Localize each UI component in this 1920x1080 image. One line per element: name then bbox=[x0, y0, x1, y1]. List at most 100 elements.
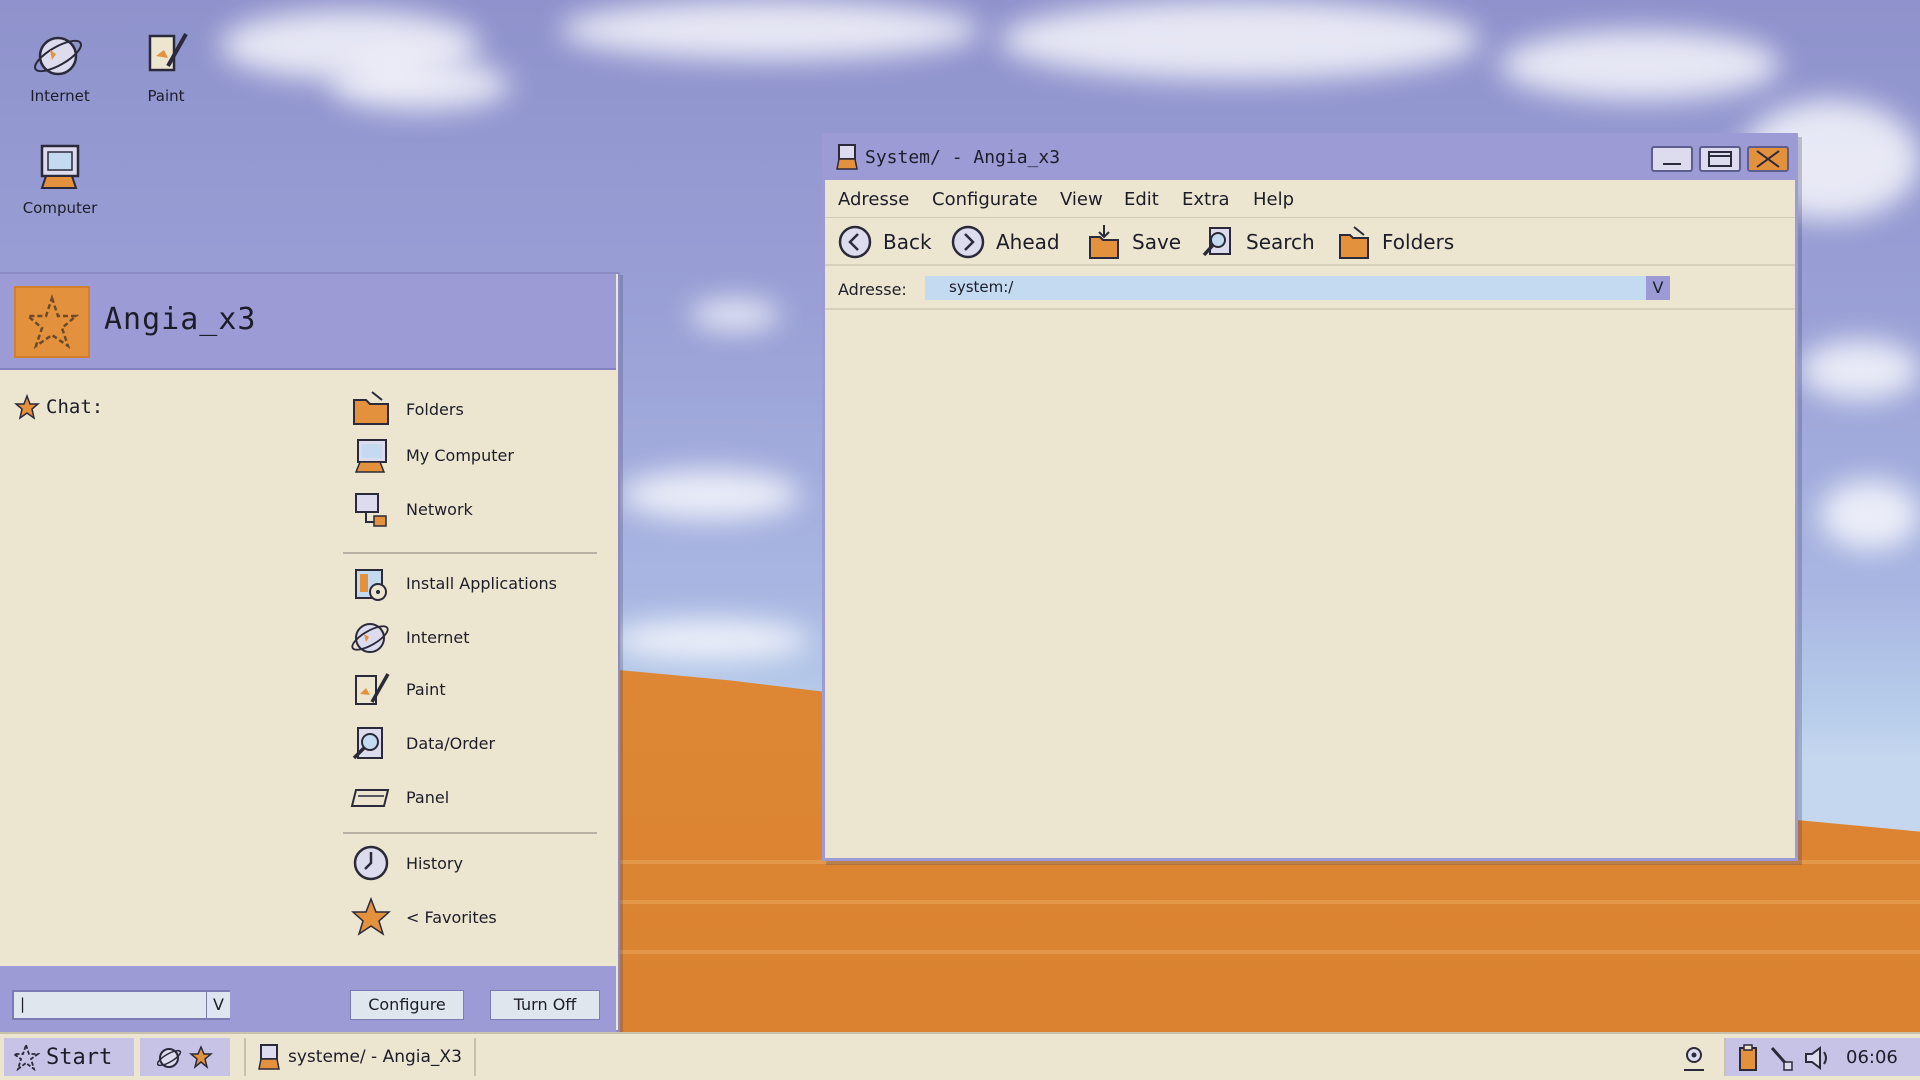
start-item-history[interactable]: History bbox=[350, 840, 463, 886]
start-item-label: Data/Order bbox=[406, 733, 496, 753]
desktop-icon-label: Paint bbox=[147, 87, 185, 105]
desktop-icon-internet[interactable]: Internet bbox=[10, 26, 110, 105]
run-input[interactable]: | bbox=[12, 990, 230, 1020]
back-button[interactable]: Back bbox=[837, 222, 932, 262]
clock-icon bbox=[353, 845, 389, 881]
start-item-internet[interactable]: Internet bbox=[350, 614, 470, 660]
network-cable-icon[interactable] bbox=[1768, 1044, 1794, 1072]
network-icon bbox=[355, 493, 387, 527]
star-icon[interactable] bbox=[189, 1045, 213, 1069]
globe-icon[interactable] bbox=[157, 1044, 183, 1070]
start-item-network[interactable]: Network bbox=[350, 486, 473, 532]
start-item-favorites[interactable]: < Favorites bbox=[350, 894, 497, 940]
desktop-icon-paint[interactable]: Paint bbox=[116, 26, 216, 105]
folders-label: Folders bbox=[1382, 230, 1455, 254]
close-button[interactable] bbox=[1747, 146, 1789, 172]
start-item-my-computer[interactable]: My Computer bbox=[350, 432, 514, 478]
title-bar[interactable]: System/ - Angia_x3 bbox=[825, 136, 1795, 180]
start-menu-divider bbox=[343, 832, 597, 834]
start-label: Start bbox=[46, 1044, 113, 1070]
start-item-panel[interactable]: Panel bbox=[350, 774, 449, 820]
folder-icon bbox=[1339, 226, 1369, 259]
volume-icon[interactable] bbox=[1802, 1044, 1832, 1072]
configure-button[interactable]: Configure bbox=[350, 990, 464, 1020]
star-icon bbox=[351, 896, 391, 936]
address-bar: Adresse: system:/ V bbox=[825, 266, 1795, 310]
search-button[interactable]: Search bbox=[1200, 222, 1315, 262]
chat-section[interactable]: Chat: bbox=[14, 394, 103, 420]
menu-edit[interactable]: Edit bbox=[1124, 189, 1159, 210]
start-item-install-applications[interactable]: Install Applications bbox=[350, 560, 557, 606]
taskbar-item-explorer[interactable]: systeme/ - Angia_X3 bbox=[244, 1038, 476, 1076]
start-item-label: Internet bbox=[406, 627, 470, 647]
install-icon bbox=[355, 569, 387, 601]
back-arrow-icon bbox=[838, 225, 872, 259]
back-label: Back bbox=[883, 230, 932, 254]
folder-content-area[interactable] bbox=[825, 310, 1795, 858]
cloud bbox=[620, 470, 800, 520]
avatar[interactable] bbox=[14, 286, 90, 358]
globe-icon bbox=[351, 623, 389, 653]
start-menu-footer: | V Configure Turn Off bbox=[0, 966, 616, 1032]
start-item-label: Install Applications bbox=[406, 573, 557, 593]
desktop-icon-computer[interactable]: Computer bbox=[10, 138, 110, 217]
maximize-icon bbox=[1708, 151, 1732, 167]
search-label: Search bbox=[1246, 230, 1315, 254]
start-item-folders[interactable]: Folders bbox=[350, 386, 464, 432]
close-icon bbox=[1756, 150, 1780, 168]
address-dropdown-arrow[interactable]: V bbox=[1646, 276, 1670, 300]
cloud bbox=[1800, 340, 1920, 400]
start-button[interactable]: Start bbox=[4, 1038, 134, 1076]
start-item-label: Network bbox=[406, 499, 473, 519]
menu-help[interactable]: Help bbox=[1253, 189, 1294, 210]
cloud bbox=[1820, 480, 1920, 550]
panel-icon bbox=[350, 789, 390, 807]
folders-button[interactable]: Folders bbox=[1336, 222, 1454, 262]
computer-icon bbox=[258, 1044, 280, 1070]
start-menu-divider bbox=[343, 552, 597, 554]
paint-icon bbox=[148, 33, 188, 72]
menu-adresse[interactable]: Adresse bbox=[838, 189, 909, 210]
username: Angia_x3 bbox=[104, 302, 257, 337]
chat-label: Chat: bbox=[46, 396, 104, 418]
desktop-icon-label: Computer bbox=[22, 199, 98, 217]
address-input[interactable]: system:/ bbox=[925, 276, 1670, 300]
minimize-icon bbox=[1663, 163, 1681, 165]
taskbar-item-label: systeme/ - Angia_X3 bbox=[288, 1047, 462, 1067]
quick-launch bbox=[140, 1038, 230, 1076]
user-status-icon[interactable] bbox=[1680, 1044, 1708, 1072]
clock: 06:06 bbox=[1846, 1047, 1898, 1068]
run-dropdown-arrow[interactable]: V bbox=[206, 992, 230, 1018]
start-item-data-order[interactable]: Data/Order bbox=[350, 720, 495, 766]
clipboard-icon[interactable] bbox=[1736, 1044, 1760, 1072]
menu-view[interactable]: View bbox=[1060, 189, 1103, 210]
start-item-paint[interactable]: Paint bbox=[350, 666, 446, 712]
start-item-label: Paint bbox=[406, 679, 446, 699]
cloud bbox=[1500, 30, 1780, 100]
ahead-button[interactable]: Ahead bbox=[950, 222, 1060, 262]
star-avatar-icon bbox=[24, 294, 80, 350]
cloud bbox=[1000, 0, 1480, 80]
explorer-window: System/ - Angia_x3 Adresse Configurate V… bbox=[822, 133, 1798, 861]
search-file-icon bbox=[352, 727, 383, 760]
start-item-label: My Computer bbox=[406, 445, 514, 465]
cloud bbox=[610, 620, 810, 660]
start-item-label: History bbox=[406, 853, 463, 873]
save-button[interactable]: Save bbox=[1086, 222, 1181, 262]
minimize-button[interactable] bbox=[1651, 146, 1693, 172]
globe-icon bbox=[34, 36, 82, 76]
start-item-label: < Favorites bbox=[406, 907, 497, 927]
start-item-label: Panel bbox=[406, 787, 450, 807]
star-logo-icon bbox=[12, 1043, 40, 1071]
address-label: Adresse: bbox=[838, 280, 907, 299]
folder-icon bbox=[353, 391, 389, 425]
desktop-icon-label: Internet bbox=[30, 87, 90, 105]
menu-configurate[interactable]: Configurate bbox=[932, 189, 1038, 210]
maximize-button[interactable] bbox=[1699, 146, 1741, 172]
cloud bbox=[330, 60, 510, 110]
turn-off-button[interactable]: Turn Off bbox=[490, 990, 600, 1020]
star-icon bbox=[14, 394, 40, 420]
paint-icon bbox=[355, 673, 390, 705]
menu-extra[interactable]: Extra bbox=[1182, 189, 1230, 210]
start-menu: Angia_x3 Chat: Folders My Computer Netwo… bbox=[0, 272, 620, 1032]
